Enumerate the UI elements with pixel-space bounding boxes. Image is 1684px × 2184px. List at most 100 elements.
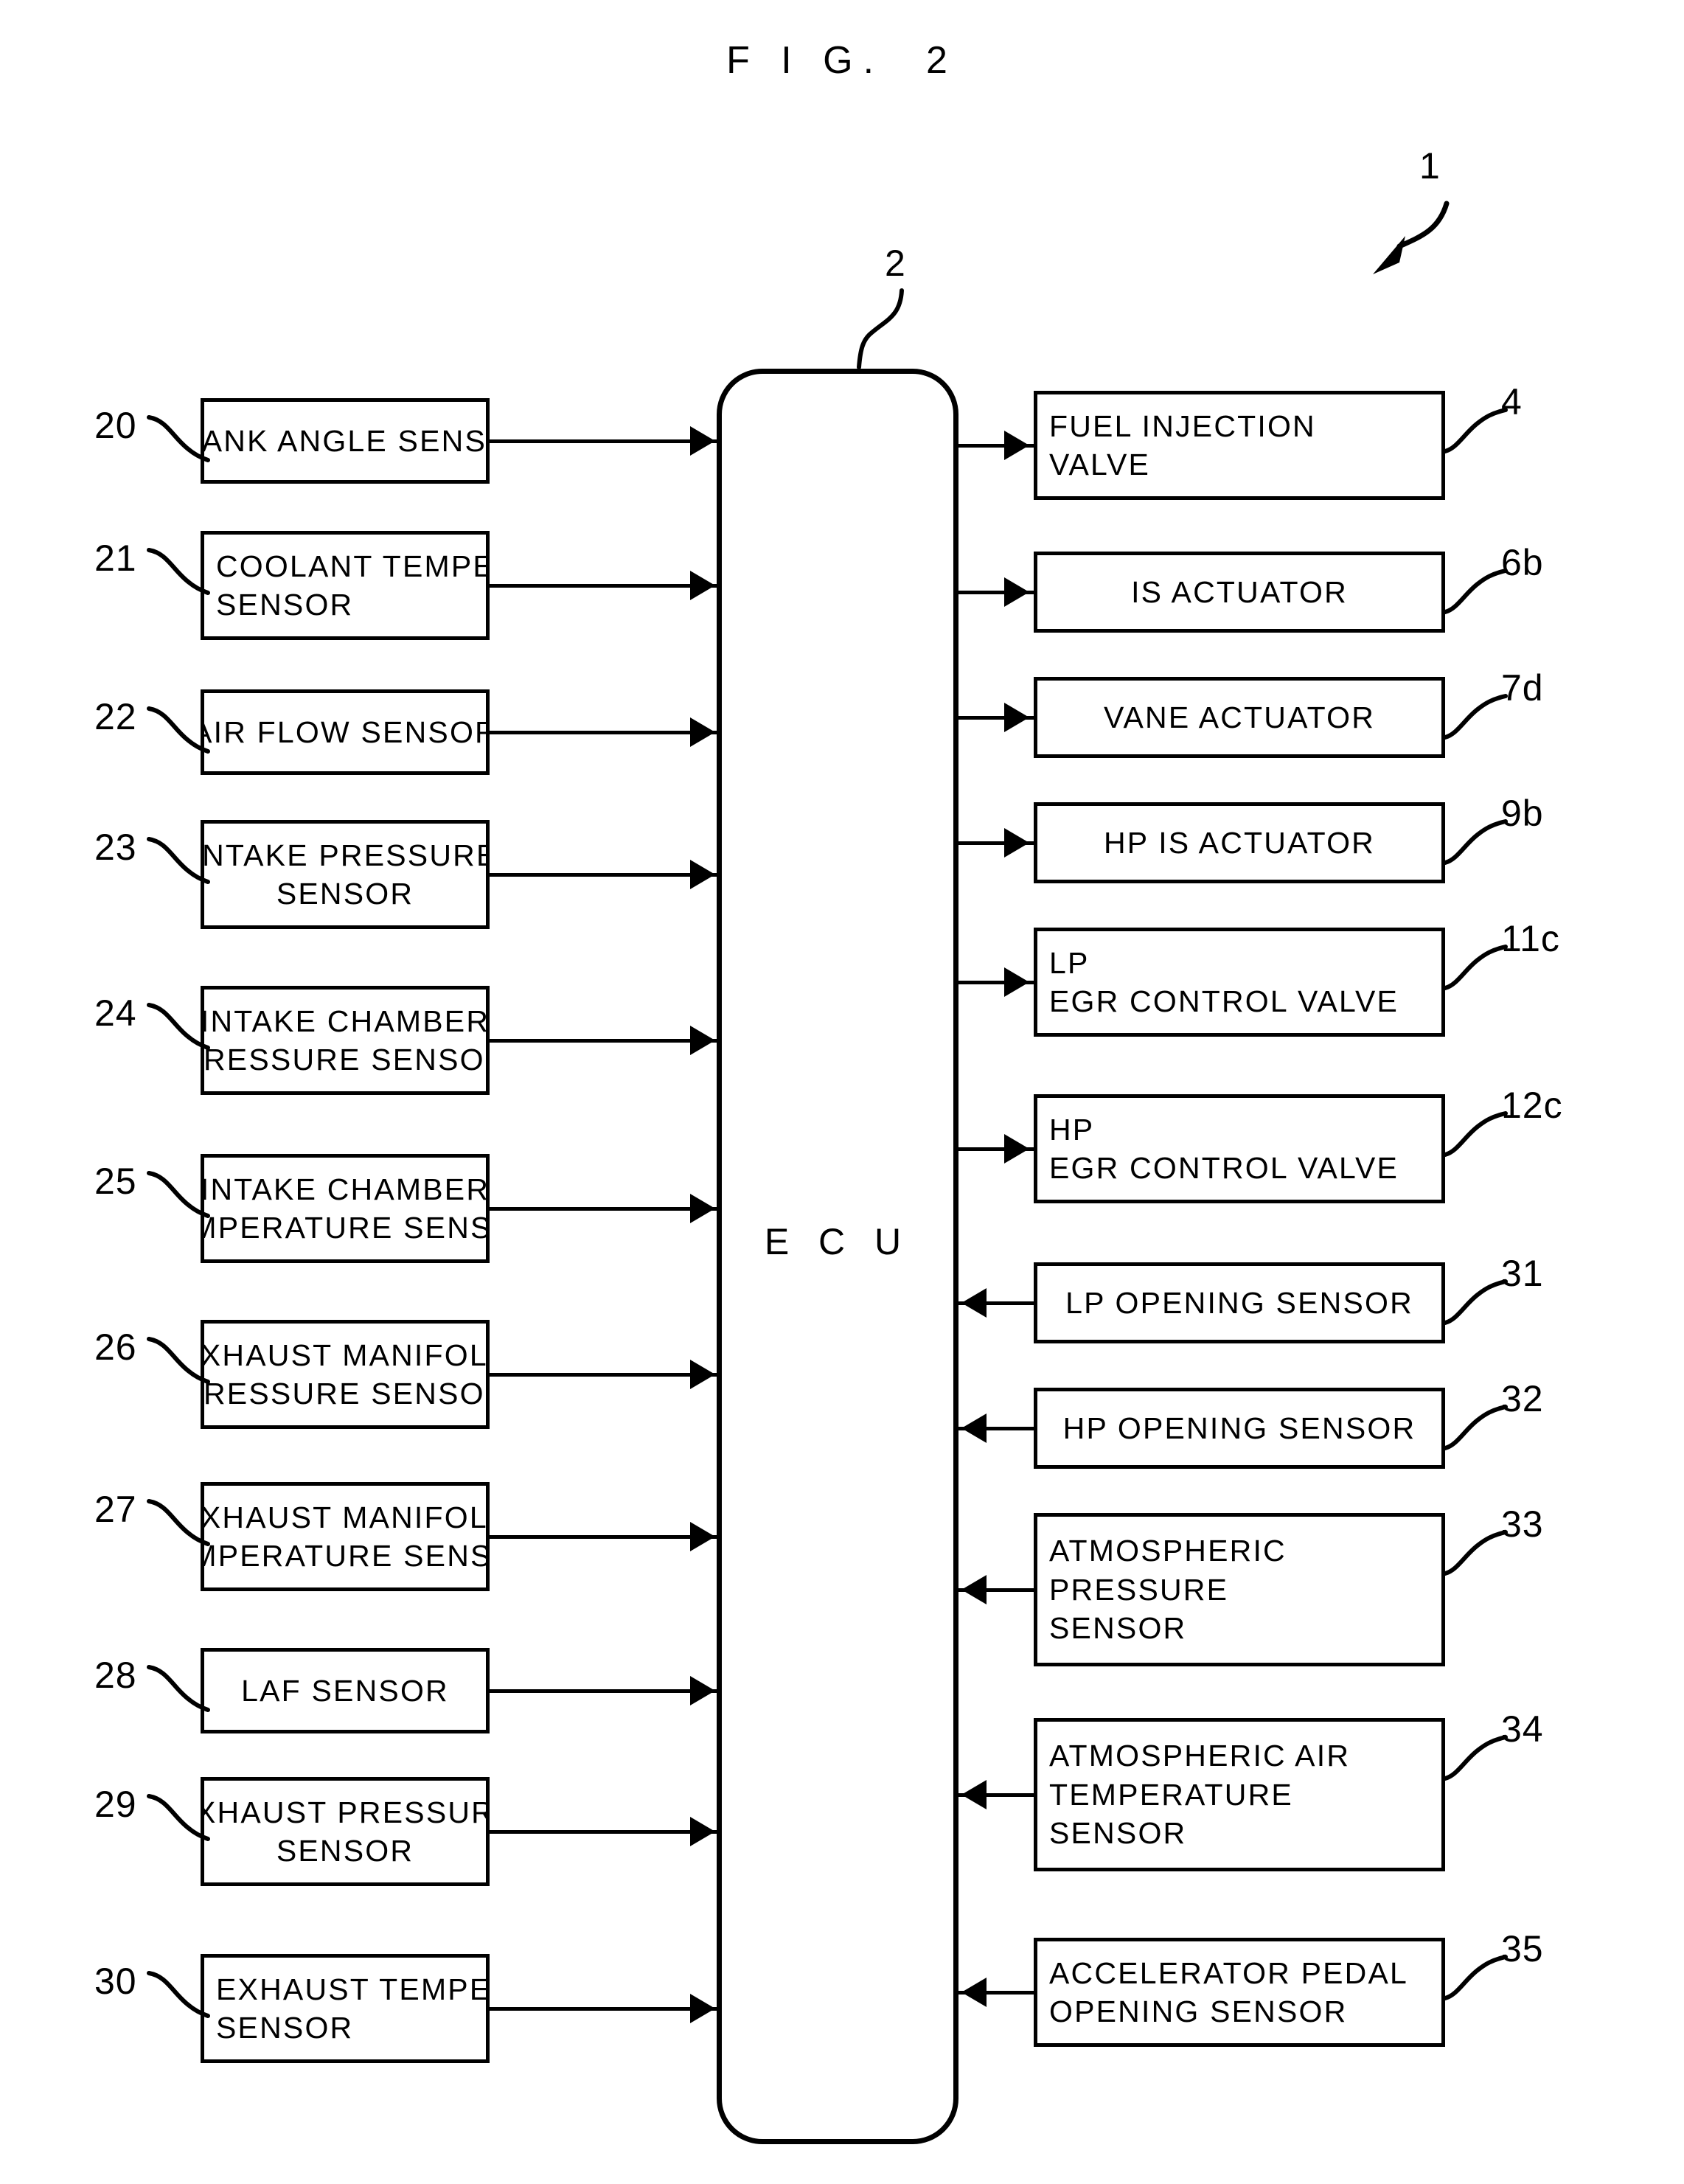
block-label-line: EGR CONTROL VALVE [1049, 1151, 1399, 1185]
arrow-right-icon [690, 1994, 715, 2023]
arrow-right-icon [690, 1817, 715, 1846]
sensor-block[interactable]: INTAKE CHAMBER PRESSURE SENSOR [201, 986, 490, 1095]
sensor-block[interactable]: EXHAUST PRESSURE SENSOR [201, 1777, 490, 1886]
block-label-line: TEMPERATURE SENSOR [204, 1539, 486, 1573]
block-label-line: TEMPERATURE [1049, 1777, 1293, 1812]
actuator-block[interactable]: IS ACTUATOR [1034, 552, 1445, 633]
sensor-block[interactable]: ATMOSPHERIC PRESSURE SENSOR [1034, 1513, 1445, 1666]
arrow-right-icon [690, 426, 715, 456]
connector-line [490, 439, 717, 443]
block-label-line: PRESSURE SENSOR [203, 1043, 486, 1077]
connector-line [490, 873, 717, 877]
sensor-block[interactable]: HP OPENING SENSOR [1034, 1388, 1445, 1469]
connector-line [490, 1207, 717, 1211]
reference-leader [1442, 1402, 1510, 1456]
block-label-line: INTAKE CHAMBER [201, 1004, 490, 1038]
sensor-block[interactable]: INTAKE PRESSURE SENSOR [201, 820, 490, 929]
actuator-block[interactable]: LP EGR CONTROL VALVE [1034, 928, 1445, 1037]
block-label-line: LP OPENING SENSOR [1065, 1285, 1413, 1320]
arrow-left-icon [961, 1288, 987, 1318]
reference-numeral: 26 [94, 1326, 137, 1368]
arrow-right-icon [690, 1026, 715, 1055]
connector-line [490, 731, 717, 734]
reference-numeral: 24 [94, 992, 137, 1034]
arrow-right-icon [1004, 1134, 1029, 1164]
sensor-block[interactable]: LP OPENING SENSOR [1034, 1262, 1445, 1343]
block-label-line: INTAKE CHAMBER [201, 1172, 490, 1206]
reference-numeral: 23 [94, 827, 137, 868]
arrow-right-icon [690, 1676, 715, 1705]
sensor-block[interactable]: COOLANT TEMPERATURE SENSOR [201, 531, 490, 640]
reference-leader [145, 1495, 215, 1556]
block-label-line: VANE ACTUATOR [1103, 700, 1376, 734]
sensor-block[interactable]: LAF SENSOR [201, 1648, 490, 1733]
block-label-line: AIR FLOW SENSOR [201, 714, 490, 749]
arrow-left-icon [961, 1575, 987, 1604]
reference-numeral: 21 [94, 538, 137, 579]
actuator-block[interactable]: HP EGR CONTROL VALVE [1034, 1094, 1445, 1203]
block-label-line: ACCELERATOR PEDAL [1049, 1955, 1409, 1990]
block-label-line: LP [1049, 945, 1090, 980]
block-label-line: CRANK ANGLE SENSOR [201, 423, 487, 458]
reference-leader [145, 1167, 215, 1228]
block-label-line: EXHAUST MANIFOLD [201, 1338, 488, 1372]
sensor-block[interactable]: ATMOSPHERIC AIR TEMPERATURE SENSOR [1034, 1718, 1445, 1871]
reference-leader [1442, 406, 1510, 459]
block-label-line: IS ACTUATOR [1131, 574, 1348, 609]
reference-leader-2 [837, 286, 918, 375]
block-label-line: ATMOSPHERIC AIR [1049, 1739, 1351, 1773]
reference-leader [145, 544, 215, 605]
sensor-block[interactable]: INTAKE CHAMBER TEMPERATURE SENSOR [201, 1154, 490, 1263]
block-label-line: ATMOSPHERIC [1049, 1534, 1287, 1568]
sensor-block[interactable]: CRANK ANGLE SENSOR [201, 398, 490, 484]
block-label-line: HP [1049, 1112, 1095, 1147]
arrow-right-icon [690, 1194, 715, 1223]
block-label-line: EXHAUST TEMPERATURE [216, 1972, 490, 2006]
arrow-right-icon [1004, 967, 1029, 997]
reference-leader [1442, 817, 1510, 870]
block-label-line: EXHAUST PRESSURE [204, 1795, 486, 1829]
reference-numeral-2: 2 [885, 243, 906, 284]
reference-leader [145, 1661, 215, 1722]
block-label-line: INTAKE PRESSURE [201, 838, 490, 872]
actuator-block[interactable]: FUEL INJECTION VALVE [1034, 391, 1445, 500]
block-label-line: SENSOR [1049, 1816, 1187, 1851]
sensor-block[interactable]: EXHAUST MANIFOLD PRESSURE SENSOR [201, 1320, 490, 1429]
arrow-left-icon [961, 1978, 987, 2007]
reference-leader [145, 1790, 215, 1851]
block-label-line: SENSOR [1049, 1611, 1187, 1646]
reference-numeral: 30 [94, 1961, 137, 2002]
reference-numeral: 20 [94, 405, 137, 446]
reference-numeral: 22 [94, 696, 137, 737]
block-label-line: SENSOR [216, 588, 354, 622]
block-label-line: EXHAUST MANIFOLD [201, 1500, 488, 1534]
connector-line [490, 1535, 717, 1539]
block-label-line: TEMPERATURE SENSOR [204, 1211, 486, 1245]
actuator-block[interactable]: HP IS ACTUATOR [1034, 802, 1445, 883]
sensor-block[interactable]: EXHAUST MANIFOLD TEMPERATURE SENSOR [201, 1482, 490, 1591]
sensor-block[interactable]: ACCELERATOR PEDAL OPENING SENSOR [1034, 1938, 1445, 2047]
reference-numeral: 29 [94, 1784, 137, 1825]
reference-leader-1-arrow [1305, 190, 1475, 301]
sensor-block[interactable]: EXHAUST TEMPERATURE SENSOR [201, 1954, 490, 2063]
sensor-block[interactable]: AIR FLOW SENSOR [201, 689, 490, 775]
reference-leader [1442, 692, 1510, 745]
actuator-block[interactable]: VANE ACTUATOR [1034, 677, 1445, 758]
reference-leader [1442, 1109, 1510, 1162]
reference-numeral-1: 1 [1419, 145, 1441, 187]
block-label-line: PRESSURE [1049, 1572, 1229, 1607]
arrow-left-icon [961, 1780, 987, 1809]
arrow-right-icon [690, 860, 715, 889]
arrow-right-icon [1004, 828, 1029, 858]
arrow-right-icon [1004, 577, 1029, 607]
connector-line [490, 1039, 717, 1043]
connector-line [490, 2007, 717, 2011]
block-label-line: EGR CONTROL VALVE [1049, 984, 1399, 1018]
reference-leader [1442, 942, 1510, 995]
reference-leader [145, 1333, 215, 1394]
arrow-right-icon [690, 571, 715, 600]
reference-leader [1442, 1733, 1510, 1786]
reference-leader [1442, 1277, 1510, 1330]
block-label-line: HP IS ACTUATOR [1104, 825, 1375, 860]
arrow-right-icon [690, 1522, 715, 1551]
